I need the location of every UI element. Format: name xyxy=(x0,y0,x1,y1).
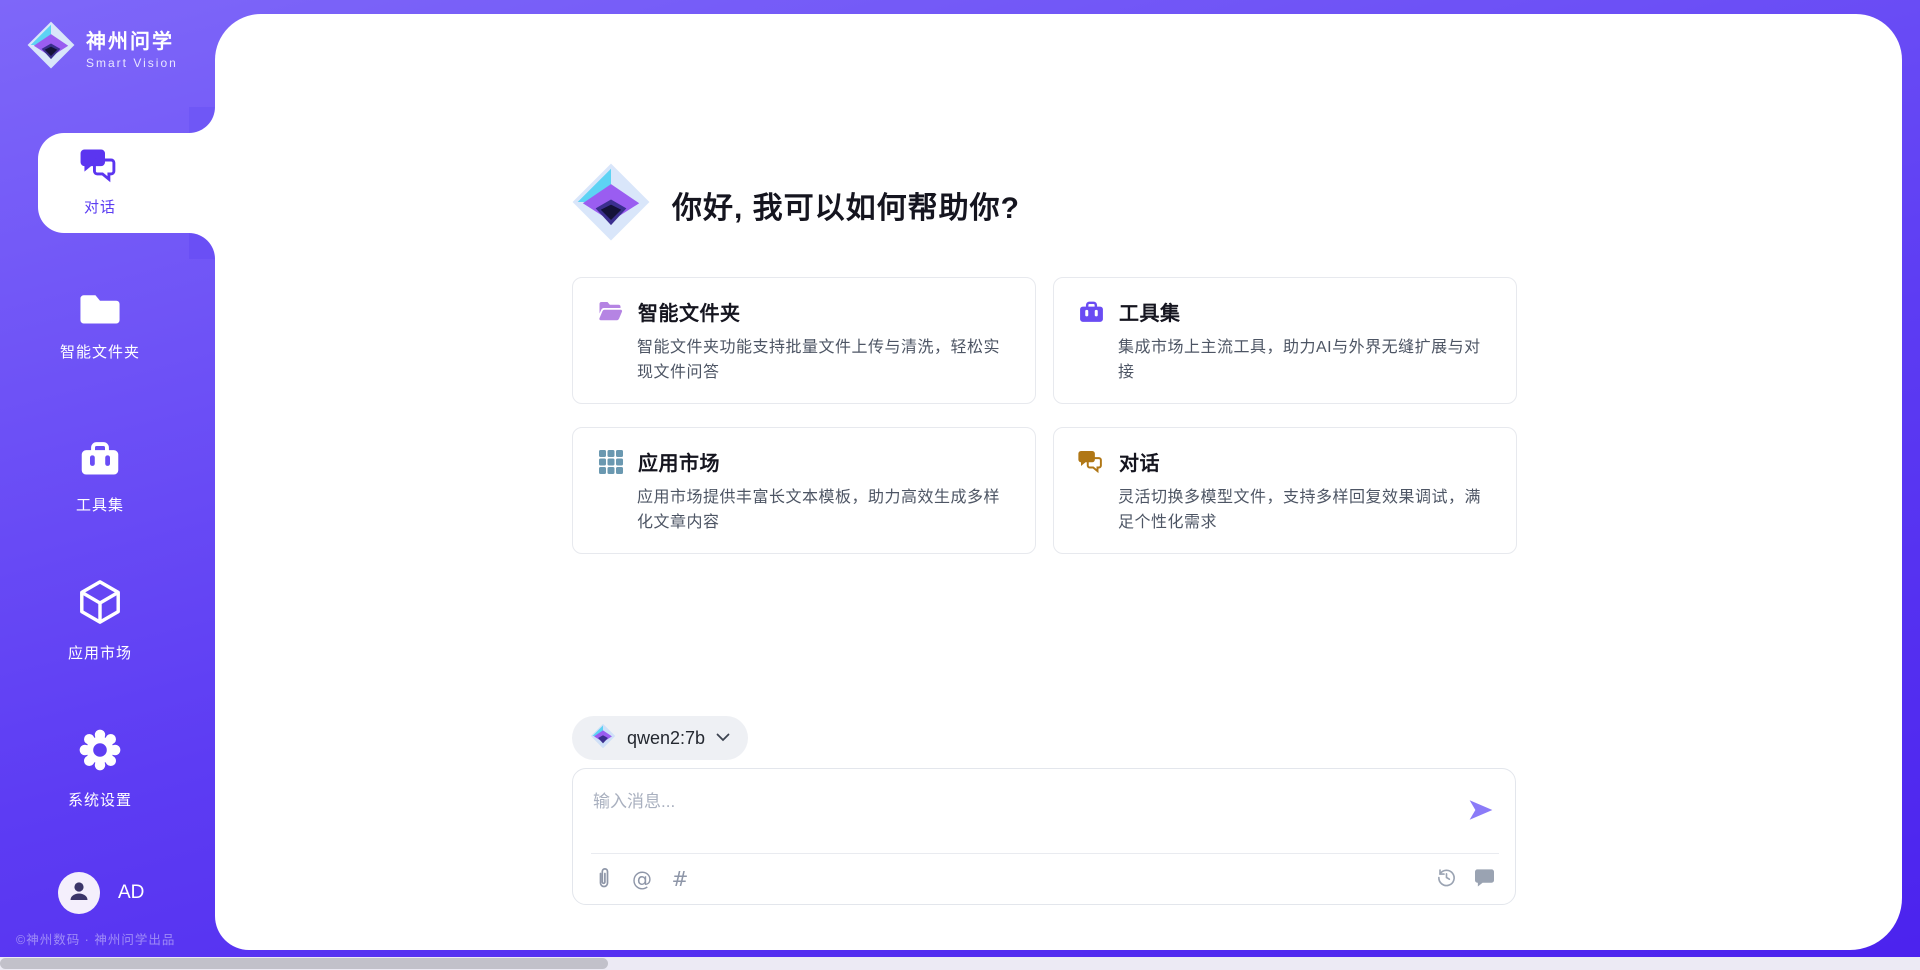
person-avatar-icon xyxy=(66,878,92,909)
sidebar-item-app-market[interactable]: 应用市场 xyxy=(0,578,200,663)
card-title: 对话 xyxy=(1119,447,1160,476)
chevron-down-icon xyxy=(716,729,730,747)
history-icon xyxy=(1436,867,1457,891)
sidebar-item-chat[interactable]: 对话 xyxy=(38,133,217,233)
card-description: 智能文件夹功能支持批量文件上传与清洗，轻松实现文件问答 xyxy=(637,335,1011,385)
greeting-text: 你好, 我可以如何帮助你? xyxy=(672,183,1020,227)
card-smart-folder[interactable]: 智能文件夹 智能文件夹功能支持批量文件上传与清洗，轻松实现文件问答 xyxy=(572,277,1036,404)
model-name: qwen2:7b xyxy=(627,728,705,749)
sidebar-item-label: 对话 xyxy=(84,196,116,217)
tab-connector-top xyxy=(189,107,215,133)
card-description: 灵活切换多模型文件，支持多样回复效果调试，满足个性化需求 xyxy=(1118,485,1492,535)
sidebar-item-toolset[interactable]: 工具集 xyxy=(0,438,200,515)
user-name: AD xyxy=(118,882,144,904)
folder-icon xyxy=(80,291,120,330)
app-logo: 神州问学 Smart Vision xyxy=(26,20,178,75)
model-logo-icon xyxy=(590,723,616,754)
horizontal-scrollbar xyxy=(0,957,1920,970)
grid-icon xyxy=(597,448,624,475)
hashtag-button[interactable]: # xyxy=(669,868,691,890)
assistant-diamond-icon xyxy=(570,161,652,248)
app-subtitle: Smart Vision xyxy=(86,56,178,70)
scrollbar-thumb[interactable] xyxy=(0,958,608,969)
mention-icon: @ xyxy=(632,869,652,889)
card-description: 应用市场提供丰富长文本模板，助力高效生成多样化文章内容 xyxy=(637,485,1011,535)
sidebar: 神州问学 Smart Vision 对话 智能文件夹 xyxy=(0,0,215,957)
attachment-icon xyxy=(596,867,612,892)
sidebar-item-settings[interactable]: 系统设置 xyxy=(0,727,200,810)
model-selector[interactable]: qwen2:7b xyxy=(572,716,748,760)
main-content: 你好, 我可以如何帮助你? 智能文件夹 智能文件夹功能支持批量文件上传与清洗，轻… xyxy=(215,14,1902,950)
feature-cards: 智能文件夹 智能文件夹功能支持批量文件上传与清洗，轻松实现文件问答 xyxy=(572,277,1518,554)
copyright-text: ©神州数码 · 神州问学出品 xyxy=(16,929,175,948)
card-description: 集成市场上主流工具，助力AI与外界无缝扩展与对接 xyxy=(1118,335,1492,385)
sidebar-item-label: 应用市场 xyxy=(68,642,132,663)
brand-diamond-icon xyxy=(26,20,76,75)
mention-button[interactable]: @ xyxy=(631,868,653,890)
send-icon xyxy=(1468,810,1494,825)
briefcase-icon xyxy=(1078,298,1105,325)
tab-connector-bottom xyxy=(189,233,215,259)
card-title: 应用市场 xyxy=(638,447,720,476)
sidebar-item-smart-folder[interactable]: 智能文件夹 xyxy=(0,291,200,362)
sidebar-item-label: 智能文件夹 xyxy=(60,341,140,362)
attach-file-button[interactable] xyxy=(593,868,615,890)
card-chat[interactable]: 对话 灵活切换多模型文件，支持多样回复效果调试，满足个性化需求 xyxy=(1053,427,1517,554)
sidebar-item-label: 工具集 xyxy=(76,494,124,515)
card-toolset[interactable]: 工具集 集成市场上主流工具，助力AI与外界无缝扩展与对接 xyxy=(1053,277,1517,404)
hashtag-icon: # xyxy=(672,869,689,889)
chat-icon xyxy=(80,145,120,190)
avatar xyxy=(58,872,100,914)
cube-icon xyxy=(77,578,123,631)
card-title: 智能文件夹 xyxy=(638,297,741,326)
briefcase-icon xyxy=(79,438,121,483)
composer-toolbar: @ # xyxy=(573,854,1515,904)
app-title: 神州问学 xyxy=(86,25,178,54)
message-input[interactable] xyxy=(573,769,1443,849)
chat-bubble-icon xyxy=(1474,868,1495,890)
user-account[interactable]: AD xyxy=(58,872,144,914)
folder-open-icon xyxy=(597,298,624,325)
chat-icon xyxy=(1078,448,1105,475)
sidebar-item-label: 系统设置 xyxy=(68,789,132,810)
message-composer: @ # xyxy=(572,768,1516,905)
card-app-market[interactable]: 应用市场 应用市场提供丰富长文本模板，助力高效生成多样化文章内容 xyxy=(572,427,1036,554)
greeting: 你好, 我可以如何帮助你? xyxy=(570,161,1020,248)
card-title: 工具集 xyxy=(1119,297,1181,326)
history-button[interactable] xyxy=(1435,868,1457,890)
chat-bubble-button[interactable] xyxy=(1473,868,1495,890)
gear-icon xyxy=(77,727,123,778)
send-button[interactable] xyxy=(1467,797,1495,825)
